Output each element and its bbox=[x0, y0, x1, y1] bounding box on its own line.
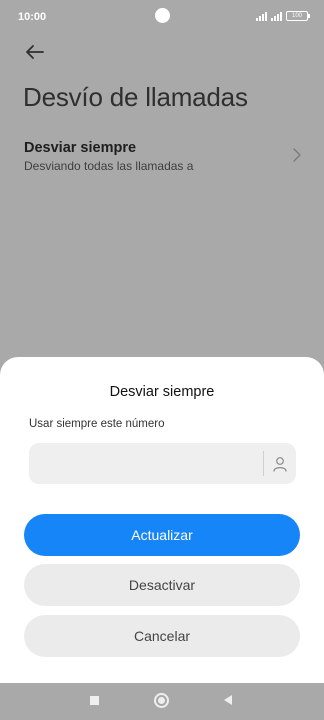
deactivate-button[interactable]: Desactivar bbox=[24, 564, 300, 606]
input-divider bbox=[263, 451, 264, 476]
forward-dialog: Desviar siempre Usar siempre este número… bbox=[0, 357, 324, 683]
signal-icon-2 bbox=[271, 11, 282, 21]
arrow-left-icon bbox=[26, 45, 44, 59]
dialog-title: Desviar siempre bbox=[109, 384, 215, 400]
setting-item-subtitle: Desviando todas las llamadas a bbox=[24, 159, 194, 173]
number-field-label: Usar siempre este número bbox=[29, 418, 165, 430]
contact-picker-button[interactable] bbox=[269, 453, 291, 475]
back-button[interactable] bbox=[22, 40, 48, 64]
camera-cutout bbox=[155, 8, 170, 23]
chevron-right-icon bbox=[293, 148, 301, 162]
status-bar: 10:00 100 bbox=[0, 0, 324, 36]
setting-item-title: Desviar siempre bbox=[24, 140, 137, 156]
battery-icon: 100 bbox=[286, 11, 310, 21]
number-field bbox=[29, 443, 296, 484]
signal-icon bbox=[256, 11, 267, 21]
square-icon[interactable] bbox=[90, 696, 99, 705]
triangle-left-icon[interactable] bbox=[224, 695, 232, 705]
cancel-button[interactable]: Cancelar bbox=[24, 615, 300, 657]
navigation-bar bbox=[0, 683, 324, 720]
circle-icon[interactable] bbox=[154, 693, 169, 708]
page-title: Desvío de llamadas bbox=[23, 82, 248, 112]
number-input[interactable] bbox=[29, 443, 259, 484]
setting-item-always-forward[interactable]: Desviar siempre Desviando todas las llam… bbox=[0, 130, 324, 182]
update-button[interactable]: Actualizar bbox=[24, 514, 300, 556]
status-time: 10:00 bbox=[18, 11, 47, 23]
person-icon bbox=[273, 457, 287, 472]
status-icons: 100 bbox=[256, 11, 310, 21]
